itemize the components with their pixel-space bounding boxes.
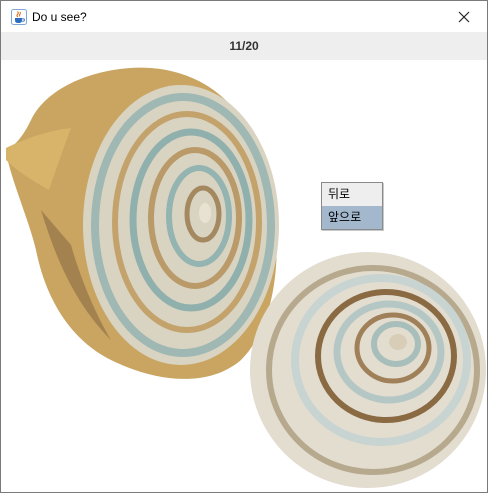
window-title: Do u see? <box>32 10 87 24</box>
context-menu: 뒤로 앞으로 <box>321 182 383 230</box>
close-button[interactable] <box>441 1 487 32</box>
snail-shell-image <box>6 67 486 488</box>
close-icon <box>458 11 470 22</box>
status-bar: 11/20 <box>1 32 487 60</box>
java-cup-icon <box>11 9 27 25</box>
app-window: Do u see? 11/20 뒤로 앞으로 <box>0 0 488 493</box>
page-counter: 11/20 <box>229 39 259 53</box>
title-bar[interactable]: Do u see? <box>1 1 487 32</box>
menu-item-forward[interactable]: 앞으로 <box>322 206 382 229</box>
image-canvas[interactable]: 뒤로 앞으로 <box>1 60 487 492</box>
menu-item-back[interactable]: 뒤로 <box>322 183 382 206</box>
